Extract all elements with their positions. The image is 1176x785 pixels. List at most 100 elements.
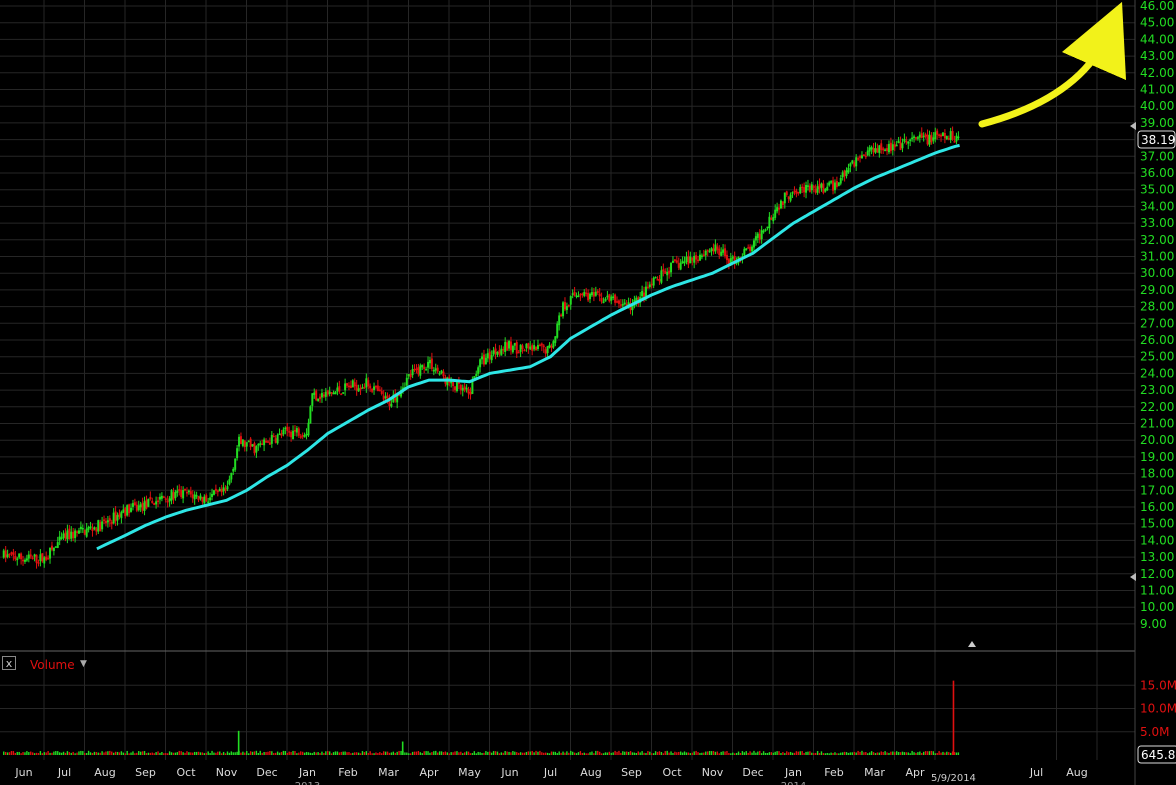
candle-body bbox=[814, 188, 817, 193]
volume-bar bbox=[132, 751, 134, 755]
candle-body bbox=[488, 351, 491, 360]
volume-bar bbox=[942, 751, 944, 755]
price-tick-label: 46.00 bbox=[1140, 0, 1174, 13]
volume-bar bbox=[878, 752, 881, 755]
volume-bar bbox=[417, 750, 420, 755]
candle-body bbox=[209, 497, 212, 501]
volume-bar bbox=[292, 750, 294, 755]
candle-body bbox=[957, 136, 960, 139]
volume-bar bbox=[14, 752, 17, 755]
volume-bar bbox=[566, 751, 568, 755]
candle-body bbox=[347, 385, 350, 388]
volume-bar bbox=[701, 752, 703, 755]
volume-bar bbox=[24, 752, 26, 755]
volume-bar bbox=[899, 752, 902, 755]
volume-bar bbox=[130, 752, 132, 755]
candle-body bbox=[253, 443, 256, 454]
volume-bar bbox=[215, 752, 217, 755]
volume-bar bbox=[423, 751, 425, 755]
candle-body bbox=[407, 374, 410, 377]
price-tick-label: 27.00 bbox=[1140, 316, 1174, 330]
volume-bar bbox=[84, 753, 86, 755]
volume-bar bbox=[489, 751, 491, 755]
month-tick-label: Feb bbox=[824, 766, 843, 779]
volume-panel-label[interactable]: Volume bbox=[30, 658, 75, 672]
candle-body bbox=[141, 503, 144, 511]
month-tick-label: Aug bbox=[580, 766, 601, 779]
volume-bar bbox=[832, 752, 834, 755]
volume-bar bbox=[328, 751, 331, 755]
candle-body bbox=[85, 528, 88, 537]
volume-bar bbox=[219, 751, 221, 755]
candle-body bbox=[421, 364, 424, 368]
volume-tick-label: 15.0M bbox=[1140, 678, 1176, 692]
volume-close-button[interactable]: x bbox=[2, 656, 16, 670]
candle-body bbox=[224, 488, 227, 491]
volume-bar bbox=[791, 752, 794, 755]
volume-bar bbox=[886, 752, 888, 755]
candle-body bbox=[911, 137, 914, 140]
candle-body bbox=[292, 430, 295, 440]
candle-body bbox=[307, 422, 310, 436]
volume-tick-label: 5.0M bbox=[1140, 725, 1169, 739]
price-tick-label: 23.00 bbox=[1140, 383, 1174, 397]
volume-bar bbox=[178, 750, 180, 755]
candle-body bbox=[531, 345, 534, 351]
candle-body bbox=[419, 365, 422, 376]
volume-bar bbox=[691, 752, 693, 755]
volume-bar bbox=[593, 753, 595, 755]
candle-body bbox=[644, 286, 647, 297]
month-tick-label: Oct bbox=[662, 766, 682, 779]
price-axis: 9.00 10.00 11.00 12.00 13.00 14.00 15.00 16.00 1… bbox=[1140, 0, 1174, 631]
candle-body bbox=[477, 367, 480, 374]
volume-bar bbox=[112, 752, 115, 755]
volume-bar bbox=[139, 751, 142, 755]
volume-bar bbox=[197, 751, 200, 755]
candle-body bbox=[245, 442, 248, 447]
volume-bar bbox=[652, 753, 655, 755]
candle-body bbox=[276, 434, 279, 444]
volume-bar bbox=[300, 751, 302, 755]
volume-bar bbox=[890, 751, 892, 755]
candle-body bbox=[234, 458, 237, 470]
candle-body bbox=[311, 393, 314, 406]
volume-bar bbox=[336, 751, 339, 755]
candle-body bbox=[486, 353, 489, 359]
candle-body bbox=[857, 158, 860, 160]
candle-body bbox=[745, 248, 748, 251]
volume-bar bbox=[126, 750, 128, 755]
volume-dropdown-icon[interactable]: ▼ bbox=[80, 659, 87, 669]
candle-body bbox=[37, 562, 40, 564]
volume-bar bbox=[845, 752, 848, 755]
candle-body bbox=[41, 553, 44, 562]
volume-bar bbox=[141, 751, 144, 755]
volume-bar bbox=[625, 751, 628, 755]
volume-bar bbox=[16, 751, 18, 755]
candle-body bbox=[176, 490, 179, 493]
candle-body bbox=[716, 246, 719, 250]
volume-bar bbox=[369, 751, 371, 755]
candle-body bbox=[920, 133, 923, 138]
volume-bar bbox=[583, 752, 585, 755]
candle-body bbox=[322, 394, 325, 397]
month-tick-label: Jul bbox=[543, 766, 557, 779]
volume-bar bbox=[354, 752, 356, 755]
candle-body bbox=[315, 390, 318, 401]
volume-bar bbox=[516, 752, 518, 755]
candle-body bbox=[122, 509, 125, 513]
candle-body bbox=[791, 192, 794, 194]
candle-body bbox=[828, 182, 831, 186]
volume-bar bbox=[261, 752, 263, 755]
volume-bar bbox=[207, 751, 209, 755]
candle-body bbox=[54, 546, 57, 548]
price-tick-label: 19.00 bbox=[1140, 450, 1174, 464]
volume-bar bbox=[180, 751, 182, 755]
volume-bar bbox=[58, 752, 61, 755]
volume-bar bbox=[91, 752, 94, 755]
price-tick-label: 37.00 bbox=[1140, 149, 1174, 163]
price-tick-label: 13.00 bbox=[1140, 550, 1174, 564]
candle-body bbox=[666, 271, 669, 276]
volume-bar bbox=[483, 752, 485, 755]
candle-body bbox=[556, 323, 559, 338]
volume-bar bbox=[103, 752, 105, 755]
